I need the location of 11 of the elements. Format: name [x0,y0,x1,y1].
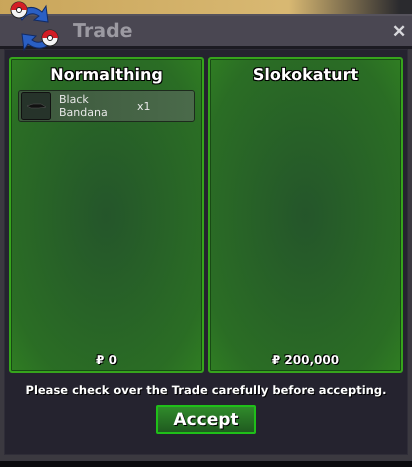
accept-button[interactable]: Accept [156,405,256,434]
item-name: Black Bandana [59,93,109,119]
money-amount: ₽ 0 [96,353,117,367]
window-title: Trade [73,20,133,42]
money-amount: ₽ 200,000 [272,353,340,367]
trainer-name: Slokokaturt [252,65,358,84]
item-row[interactable]: Black Bandana x1 [18,90,195,122]
close-button[interactable]: ✕ [392,20,406,42]
notice-text: Please check over the Trade carefully before accepting. [26,383,386,397]
trainer-name: Normalthing [50,65,163,84]
item-quantity: x1 [137,100,151,112]
